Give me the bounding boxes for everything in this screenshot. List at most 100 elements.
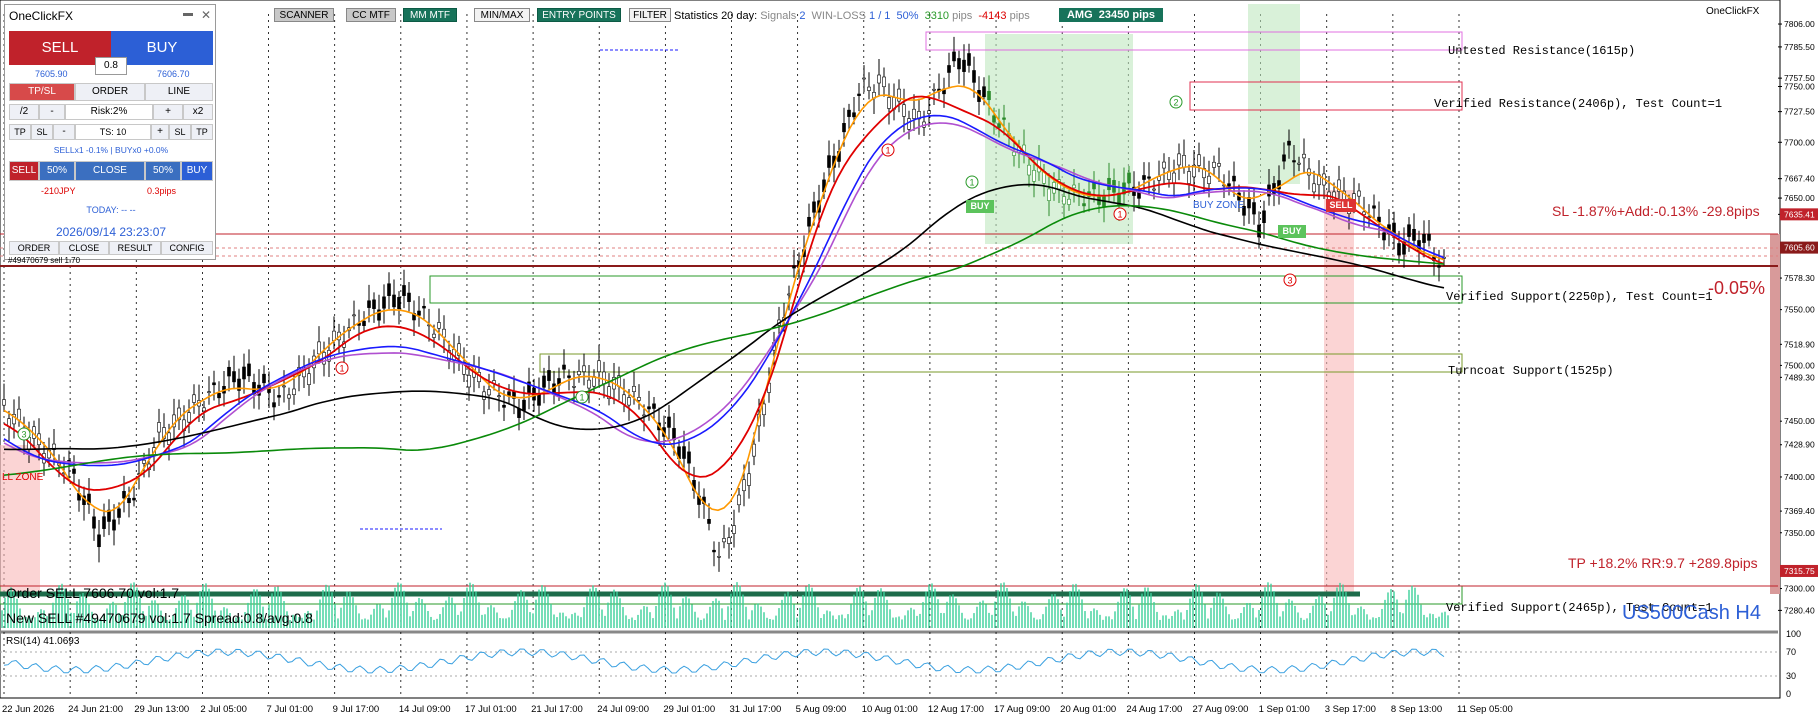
- candle-body: [807, 216, 811, 227]
- buy-signal-arrow: BUY: [966, 200, 994, 213]
- candle-body: [572, 386, 576, 388]
- bottom-tab-order[interactable]: ORDER: [9, 241, 59, 255]
- candle-body: [587, 379, 591, 389]
- price-axis-label: 7578.30: [1784, 273, 1815, 283]
- candle-body: [912, 108, 916, 119]
- sl-toggle[interactable]: SL: [31, 124, 53, 140]
- statistics-bar: Statistics 20 day: Signals 2 WIN-LOSS 1 …: [674, 10, 1030, 22]
- signals-value: 2: [799, 10, 806, 22]
- toolbar-button-min-max[interactable]: MIN/MAX: [474, 8, 530, 22]
- candle-body: [927, 110, 931, 114]
- time-axis-label: 1 Sep 01:00: [1259, 704, 1310, 715]
- halve-button[interactable]: /2: [9, 104, 39, 120]
- candle-body: [1412, 228, 1416, 241]
- toolbar-button-scanner[interactable]: SCANNER: [274, 8, 334, 22]
- candle-body: [1282, 154, 1286, 162]
- panel-datetime: 2026/09/14 23:23:07: [55, 225, 167, 239]
- candle-body: [1427, 233, 1431, 241]
- candle-body: [947, 65, 951, 73]
- toolbar-button-cc-mtf[interactable]: CC MTF: [346, 8, 396, 22]
- risk-plus-button[interactable]: +: [153, 104, 183, 120]
- tab-line[interactable]: LINE: [145, 83, 213, 101]
- price-axis-label: 7806.00: [1784, 19, 1815, 29]
- spread-value: 0.8: [95, 57, 127, 75]
- loss-pips: -4143: [978, 10, 1007, 22]
- candle-body: [407, 292, 411, 302]
- candle-body: [727, 537, 731, 544]
- candle-body: [367, 300, 371, 308]
- close-buy-button[interactable]: BUY: [181, 161, 213, 181]
- time-axis-label: 29 Jun 13:00: [134, 704, 189, 715]
- tab-tpsl[interactable]: TP/SL: [9, 83, 75, 101]
- candle-body: [737, 494, 741, 506]
- candle-body: [247, 363, 251, 377]
- buy-zone-shade-2: [1248, 4, 1300, 184]
- risk-minus-button[interactable]: -: [39, 104, 65, 120]
- time-axis-label: 5 Aug 09:00: [796, 704, 847, 715]
- price-axis-label: 7500.00: [1784, 360, 1815, 370]
- candle-body: [1187, 171, 1191, 184]
- candle-body: [1212, 161, 1216, 168]
- candle-body: [1312, 183, 1316, 193]
- close-50-sell-button[interactable]: 50%: [39, 161, 75, 181]
- candle-body: [792, 265, 796, 269]
- candle-body: [632, 385, 636, 393]
- price-axis-label: 7400.00: [1784, 472, 1815, 482]
- tp-button[interactable]: TP: [191, 124, 213, 140]
- candle-body: [787, 293, 791, 296]
- tab-order[interactable]: ORDER: [75, 83, 145, 101]
- winloss-label: WIN-LOSS: [811, 10, 866, 22]
- win-pips: 3310: [924, 10, 950, 22]
- toolbar-button-mm-mtf[interactable]: MM MTF: [403, 8, 457, 22]
- candle-body: [1012, 151, 1016, 156]
- candle-body: [482, 391, 486, 400]
- time-axis-label: 22 Jun 2026: [2, 704, 54, 715]
- candle-body: [112, 519, 116, 531]
- bottom-tab-result[interactable]: RESULT: [109, 241, 161, 255]
- rsi-axis-label: 30: [1786, 671, 1796, 681]
- close-icon[interactable]: ✕: [201, 8, 211, 22]
- rsi-axis-label: 0: [1786, 689, 1791, 699]
- toolbar-button-filter[interactable]: FILTER: [629, 8, 671, 22]
- ts-plus-button[interactable]: +: [151, 124, 169, 140]
- close-50-buy-button[interactable]: 50%: [145, 161, 181, 181]
- candle-body: [652, 403, 656, 409]
- time-axis-label: 17 Jul 01:00: [465, 704, 517, 715]
- close-sell-button[interactable]: SELL: [9, 161, 39, 181]
- candle-body: [577, 371, 581, 376]
- close-all-button[interactable]: CLOSE: [75, 161, 145, 181]
- amg-badge: AMG 23450 pips: [1059, 8, 1163, 22]
- candle-body: [932, 88, 936, 91]
- candle-body: [562, 364, 566, 370]
- panel-titlebar[interactable]: OneClickFX ▬ ✕: [5, 5, 215, 27]
- sl-button[interactable]: SL: [169, 124, 191, 140]
- time-axis-label: 2 Jul 05:00: [200, 704, 246, 715]
- candle-body: [1172, 172, 1176, 184]
- candle-body: [277, 395, 281, 398]
- time-axis-label: 24 Aug 17:00: [1126, 704, 1182, 715]
- candle-body: [667, 416, 671, 428]
- candle-body: [1147, 176, 1151, 179]
- winloss-value: 1 / 1: [869, 10, 891, 22]
- candle-body: [287, 394, 291, 399]
- tp-toggle[interactable]: TP: [9, 124, 31, 140]
- time-axis-label: 27 Aug 09:00: [1192, 704, 1248, 715]
- price-axis-label: 7667.40: [1784, 174, 1815, 184]
- candle-body: [682, 446, 686, 459]
- stop-loss-text: SL -1.87%+Add:-0.13% -29.8pips: [1552, 203, 1760, 219]
- bottom-tab-close[interactable]: CLOSE: [59, 241, 109, 255]
- price-axis-label: 7450.00: [1784, 416, 1815, 426]
- candle-body: [1262, 210, 1266, 224]
- double-button[interactable]: x2: [183, 104, 213, 120]
- candle-body: [827, 155, 831, 168]
- candle-body: [847, 109, 851, 117]
- candle-body: [72, 468, 76, 474]
- candle-body: [187, 412, 191, 423]
- toolbar-button-entry-points[interactable]: ENTRY POINTS: [537, 8, 621, 22]
- minimize-icon[interactable]: ▬: [183, 8, 193, 19]
- bottom-tab-config[interactable]: CONFIG: [161, 241, 213, 255]
- candle-body: [1372, 205, 1376, 209]
- ts-minus-button[interactable]: -: [53, 124, 75, 140]
- price-axis-label: 7750.00: [1784, 82, 1815, 92]
- price-axis-label: 7700.00: [1784, 137, 1815, 147]
